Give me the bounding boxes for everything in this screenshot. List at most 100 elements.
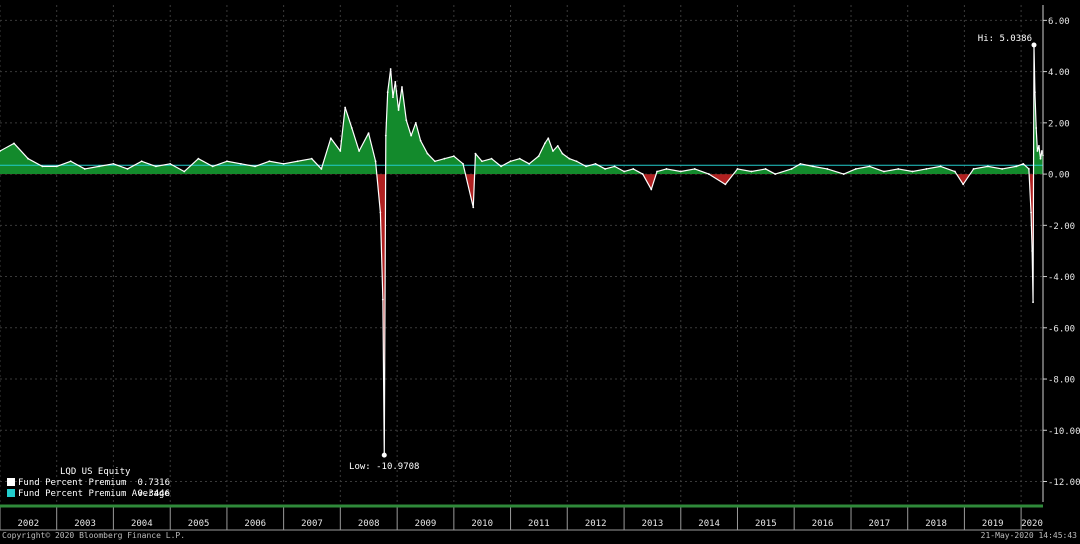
data-point — [329, 137, 332, 140]
data-point — [434, 160, 436, 163]
x-tick-label: 2005 — [188, 519, 210, 529]
data-point — [401, 86, 403, 88]
x-tick-label: 2011 — [528, 519, 550, 529]
data-point — [240, 162, 242, 165]
x-tick-label: 2008 — [358, 519, 380, 529]
data-point — [226, 160, 228, 163]
data-point — [386, 91, 389, 93]
data-point — [1039, 157, 1042, 160]
data-point — [211, 165, 214, 168]
high-annotation: Hi: 5.0386 — [978, 34, 1032, 44]
data-point — [41, 165, 44, 168]
data-point — [911, 170, 914, 173]
legend-value: 0.3446 — [137, 489, 170, 499]
y-tick-label: -8.00 — [1048, 376, 1075, 386]
data-point — [426, 152, 429, 155]
data-point — [883, 170, 885, 173]
data-point — [320, 168, 323, 170]
data-point — [556, 145, 559, 147]
data-point — [632, 168, 635, 170]
x-tick-label: 2006 — [244, 519, 266, 529]
data-point — [665, 168, 668, 170]
data-point — [296, 160, 299, 163]
y-tick-label: 4.00 — [1048, 68, 1070, 78]
data-point — [774, 173, 777, 175]
data-point — [358, 150, 361, 152]
data-point — [392, 96, 394, 99]
data-point — [1030, 211, 1032, 214]
timestamp-text: 21-May-2020 14:45:43 — [981, 531, 1078, 540]
data-point — [693, 168, 696, 170]
data-point — [1022, 162, 1025, 165]
data-point — [528, 162, 531, 165]
data-point — [854, 168, 857, 170]
data-point — [518, 157, 521, 160]
x-tick-label: 2009 — [415, 519, 437, 529]
data-point — [561, 152, 564, 155]
data-point — [339, 150, 342, 152]
x-tick-label: 2004 — [131, 519, 153, 529]
data-point — [169, 162, 172, 165]
data-point — [197, 157, 200, 160]
data-point — [1001, 168, 1004, 170]
data-point — [350, 127, 353, 129]
data-point — [112, 162, 115, 165]
data-point — [897, 168, 900, 170]
data-point — [641, 173, 644, 175]
data-point — [490, 157, 493, 160]
data-point — [764, 168, 767, 170]
data-point — [374, 160, 377, 163]
data-point — [140, 160, 143, 163]
data-point — [98, 165, 100, 168]
y-tick-label: -10.00 — [1048, 427, 1080, 437]
data-point — [83, 168, 86, 170]
legend-swatch — [7, 478, 15, 486]
x-tick-label: 2019 — [982, 519, 1004, 529]
data-point — [268, 160, 271, 163]
data-point — [812, 165, 814, 168]
data-point — [826, 168, 829, 170]
y-tick-label: 0.00 — [1048, 171, 1070, 181]
data-point — [410, 134, 413, 137]
data-point — [1034, 91, 1036, 93]
data-point — [925, 168, 928, 170]
x-tick-label: 2015 — [755, 519, 777, 529]
x-tick-label: 2002 — [18, 519, 40, 529]
data-point — [13, 142, 15, 145]
data-point — [623, 170, 625, 173]
data-point — [613, 165, 616, 168]
data-point — [381, 298, 384, 301]
high-marker — [1031, 42, 1037, 48]
data-point — [126, 168, 129, 170]
low-marker — [381, 452, 387, 458]
data-point — [282, 162, 285, 165]
x-tick-label: 2003 — [74, 519, 96, 529]
y-tick-label: -6.00 — [1048, 324, 1075, 334]
data-point — [750, 170, 753, 173]
y-tick-label: 6.00 — [1048, 17, 1070, 27]
data-point — [500, 165, 502, 168]
data-point — [736, 168, 739, 170]
legend-swatch — [7, 489, 15, 497]
plot-background — [0, 0, 1080, 540]
data-point — [474, 152, 477, 155]
data-point — [868, 165, 871, 168]
data-point — [254, 165, 256, 168]
data-point — [443, 157, 446, 160]
data-point — [379, 211, 382, 214]
data-point — [799, 162, 802, 165]
x-tick-label: 2016 — [812, 519, 834, 529]
data-point — [183, 170, 186, 173]
data-point — [650, 188, 653, 191]
data-point — [1032, 301, 1034, 304]
data-point — [842, 173, 845, 175]
data-point — [1027, 168, 1030, 170]
copyright-text: Copyright© 2020 Bloomberg Finance L.P. — [2, 531, 185, 540]
data-point — [384, 134, 387, 137]
premium-chart: 6.00 4.00 2.00 0.00 -2.00 -4.00 -6.00 -8.00 -10.… — [0, 0, 1080, 540]
data-point — [708, 173, 710, 175]
y-tick-label: -12.00 — [1048, 478, 1080, 488]
data-point — [986, 165, 989, 168]
data-point — [954, 170, 956, 173]
data-point — [604, 168, 607, 170]
